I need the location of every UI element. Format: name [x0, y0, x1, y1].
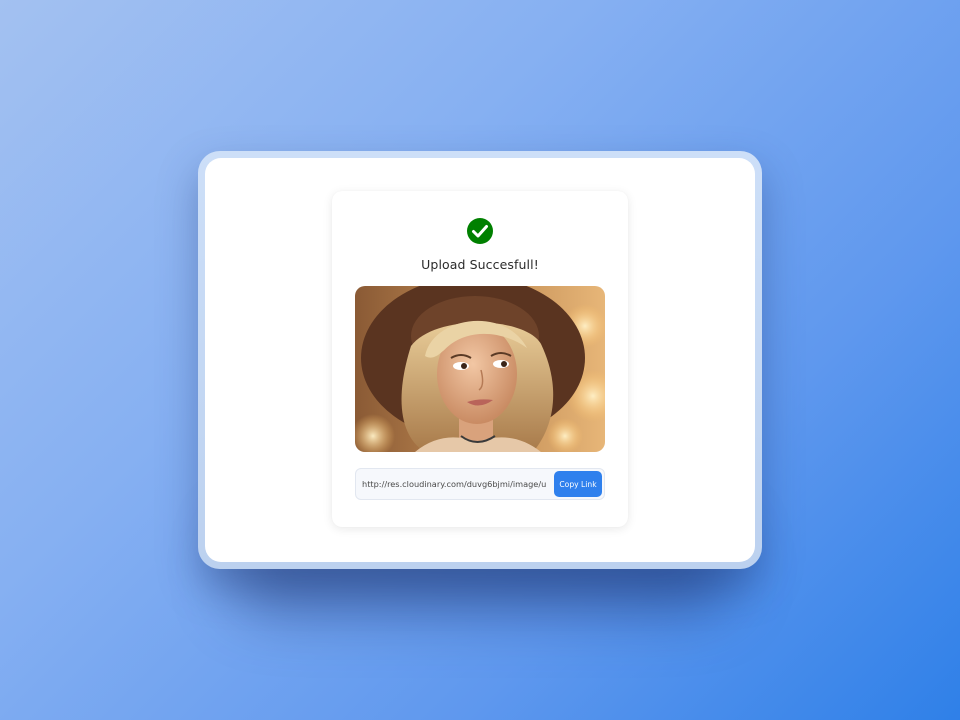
- device-frame: Upload Succesfull! http://res.cloudinary…: [198, 151, 762, 569]
- link-field[interactable]: http://res.cloudinary.com/duvg6bjmi/imag…: [355, 468, 605, 500]
- upload-success-card: Upload Succesfull! http://res.cloudinary…: [332, 191, 628, 527]
- link-url-text[interactable]: http://res.cloudinary.com/duvg6bjmi/imag…: [362, 469, 548, 499]
- copy-link-button[interactable]: Copy Link: [554, 471, 602, 497]
- uploaded-image: [355, 286, 605, 452]
- device-screen: Upload Succesfull! http://res.cloudinary…: [205, 158, 755, 562]
- upload-status-title: Upload Succesfull!: [421, 257, 539, 272]
- check-circle-icon: [467, 218, 493, 244]
